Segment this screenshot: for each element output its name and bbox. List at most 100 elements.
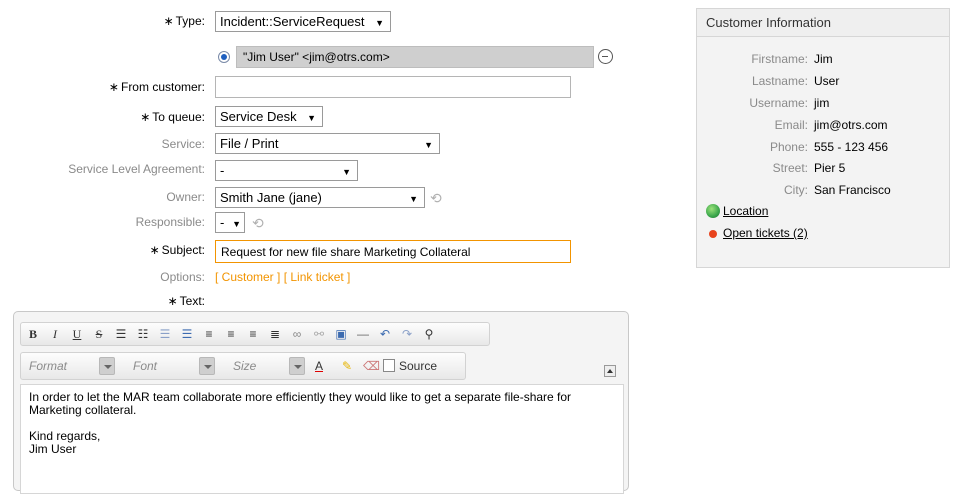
to-queue-value: Service Desk <box>220 109 297 124</box>
type-select[interactable]: Incident::ServiceRequest ▼ <box>215 11 391 32</box>
sla-value: - <box>220 163 225 178</box>
remove-format-icon[interactable]: ⌫ <box>363 358 380 374</box>
to-queue-label: ∗ To queue: <box>140 110 205 124</box>
bulleted-list-icon[interactable]: ☷ <box>135 326 151 342</box>
required-marker: ∗ <box>167 294 178 308</box>
text-color-icon[interactable]: A <box>311 358 327 374</box>
horizontal-rule-icon[interactable]: — <box>355 326 371 342</box>
owner-select[interactable]: Smith Jane (jane) ▼ <box>215 187 425 208</box>
refresh-responsible-icon[interactable]: ⟲ <box>252 215 268 231</box>
ci-value: Pier 5 <box>814 161 846 175</box>
align-center-icon[interactable]: ≡ <box>223 326 239 342</box>
ci-key: Username: <box>749 96 808 110</box>
background-color-icon[interactable]: ✎ <box>339 358 355 374</box>
maximize-icon[interactable] <box>604 365 616 377</box>
ci-value: 555 - 123 456 <box>814 140 889 154</box>
indent-icon[interactable]: ☰ <box>179 326 195 342</box>
ci-key: Firstname: <box>751 52 808 66</box>
location-link[interactable]: Location <box>723 204 768 218</box>
refresh-owner-icon[interactable]: ⟲ <box>430 190 446 206</box>
required-marker: ∗ <box>149 243 160 257</box>
align-right-icon[interactable]: ≡ <box>245 326 261 342</box>
from-customer-label: ∗ From customer: <box>108 80 205 94</box>
customer-information-title: Customer Information <box>697 9 949 37</box>
options-label: Options: <box>160 270 205 284</box>
ci-row-city: City: San Francisco <box>697 183 951 201</box>
chevron-down-icon: ▼ <box>424 140 433 150</box>
numbered-list-icon[interactable]: ☰ <box>113 326 129 342</box>
bold-icon[interactable]: B <box>25 326 41 342</box>
required-marker: ∗ <box>108 80 119 94</box>
format-combo-label: Format <box>29 359 68 373</box>
size-combo-label: Size <box>233 359 257 373</box>
source-button-label: Source <box>399 359 438 373</box>
rich-text-editor: B I U S ☰ ☷ ☰ ☰ ≡ ≡ ≡ ≣ ∞ ⚯ ▣ — ↶ ↷ ⚲ Fo… <box>13 311 629 494</box>
ci-key: Email: <box>774 118 808 132</box>
size-combo[interactable]: Size <box>233 357 305 377</box>
subject-input[interactable]: Request for new file share Marketing Col… <box>215 240 571 263</box>
source-button[interactable]: Source <box>383 357 437 375</box>
customer-chip: "Jim User" <jim@otrs.com> <box>236 46 594 68</box>
remove-customer-icon[interactable] <box>598 49 613 64</box>
ci-value: User <box>814 74 840 88</box>
editor-format-toolbar: Format Font Size A ✎ ⌫ Source <box>20 352 466 380</box>
editor-body-line: Kind regards, <box>29 429 101 443</box>
ci-key: Phone: <box>769 140 808 154</box>
subject-label: ∗ Subject: <box>149 243 205 257</box>
ci-key: Street: <box>772 161 808 175</box>
underline-icon[interactable]: U <box>69 326 85 342</box>
options-links: [ Customer ] [ Link ticket ] <box>215 270 350 284</box>
responsible-value: - <box>220 215 225 230</box>
ci-value: Jim <box>814 52 833 66</box>
ci-value: jim <box>814 96 830 110</box>
options-customer-link[interactable]: [ Customer ] <box>215 270 280 284</box>
redo-icon[interactable]: ↷ <box>399 326 415 342</box>
ci-key: City: <box>784 183 808 197</box>
required-marker: ∗ <box>140 110 151 124</box>
responsible-label: Responsible: <box>135 215 205 229</box>
editor-body[interactable]: In order to let the MAR team collaborate… <box>20 384 624 494</box>
ci-row-street: Street: Pier 5 <box>697 161 951 179</box>
align-left-icon[interactable]: ≡ <box>201 326 217 342</box>
chevron-down-icon: ▼ <box>342 167 351 177</box>
open-tickets-dot-icon <box>709 230 717 238</box>
editor-body-line: Marketing collateral. <box>29 403 137 417</box>
ci-key: Lastname: <box>751 74 808 88</box>
from-customer-input[interactable] <box>215 76 571 98</box>
undo-icon[interactable]: ↶ <box>377 326 393 342</box>
link-icon[interactable]: ∞ <box>289 326 305 342</box>
customer-radio[interactable] <box>218 51 230 63</box>
type-select-value: Incident::ServiceRequest <box>220 14 365 29</box>
to-queue-select[interactable]: Service Desk ▼ <box>215 106 323 127</box>
outdent-icon[interactable]: ☰ <box>157 326 173 342</box>
owner-value: Smith Jane (jane) <box>220 190 322 205</box>
sla-label: Service Level Agreement: <box>68 162 205 176</box>
strikethrough-icon[interactable]: S <box>91 326 107 342</box>
ci-row-firstname: Firstname: Jim <box>697 52 951 70</box>
chevron-down-icon: ▼ <box>409 194 418 204</box>
chevron-down-icon: ▼ <box>232 219 241 229</box>
required-marker: ∗ <box>163 14 174 28</box>
open-tickets-link[interactable]: Open tickets (2) <box>723 226 808 240</box>
ci-row-phone: Phone: 555 - 123 456 <box>697 140 951 158</box>
responsible-select[interactable]: - ▼ <box>215 212 245 233</box>
font-combo[interactable]: Font <box>133 357 225 377</box>
find-icon[interactable]: ⚲ <box>421 326 437 342</box>
options-link-ticket-link[interactable]: [ Link ticket ] <box>284 270 351 284</box>
subject-value: Request for new file share Marketing Col… <box>221 245 471 259</box>
chevron-down-icon <box>199 357 215 375</box>
service-value: File / Print <box>220 136 279 151</box>
service-label: Service: <box>161 137 205 151</box>
justify-icon[interactable]: ≣ <box>267 326 283 342</box>
sla-select[interactable]: - ▼ <box>215 160 358 181</box>
type-label: ∗ Type: <box>163 14 205 28</box>
ci-row-lastname: Lastname: User <box>697 74 951 92</box>
image-icon[interactable]: ▣ <box>333 326 349 342</box>
text-label: ∗ Text: <box>167 294 205 308</box>
chevron-down-icon: ▼ <box>307 113 316 123</box>
editor-toolbar: B I U S ☰ ☷ ☰ ☰ ≡ ≡ ≡ ≣ ∞ ⚯ ▣ — ↶ ↷ ⚲ <box>20 322 490 346</box>
unlink-icon[interactable]: ⚯ <box>311 326 327 342</box>
italic-icon[interactable]: I <box>47 326 63 342</box>
service-select[interactable]: File / Print ▼ <box>215 133 440 154</box>
format-combo[interactable]: Format <box>29 357 121 377</box>
